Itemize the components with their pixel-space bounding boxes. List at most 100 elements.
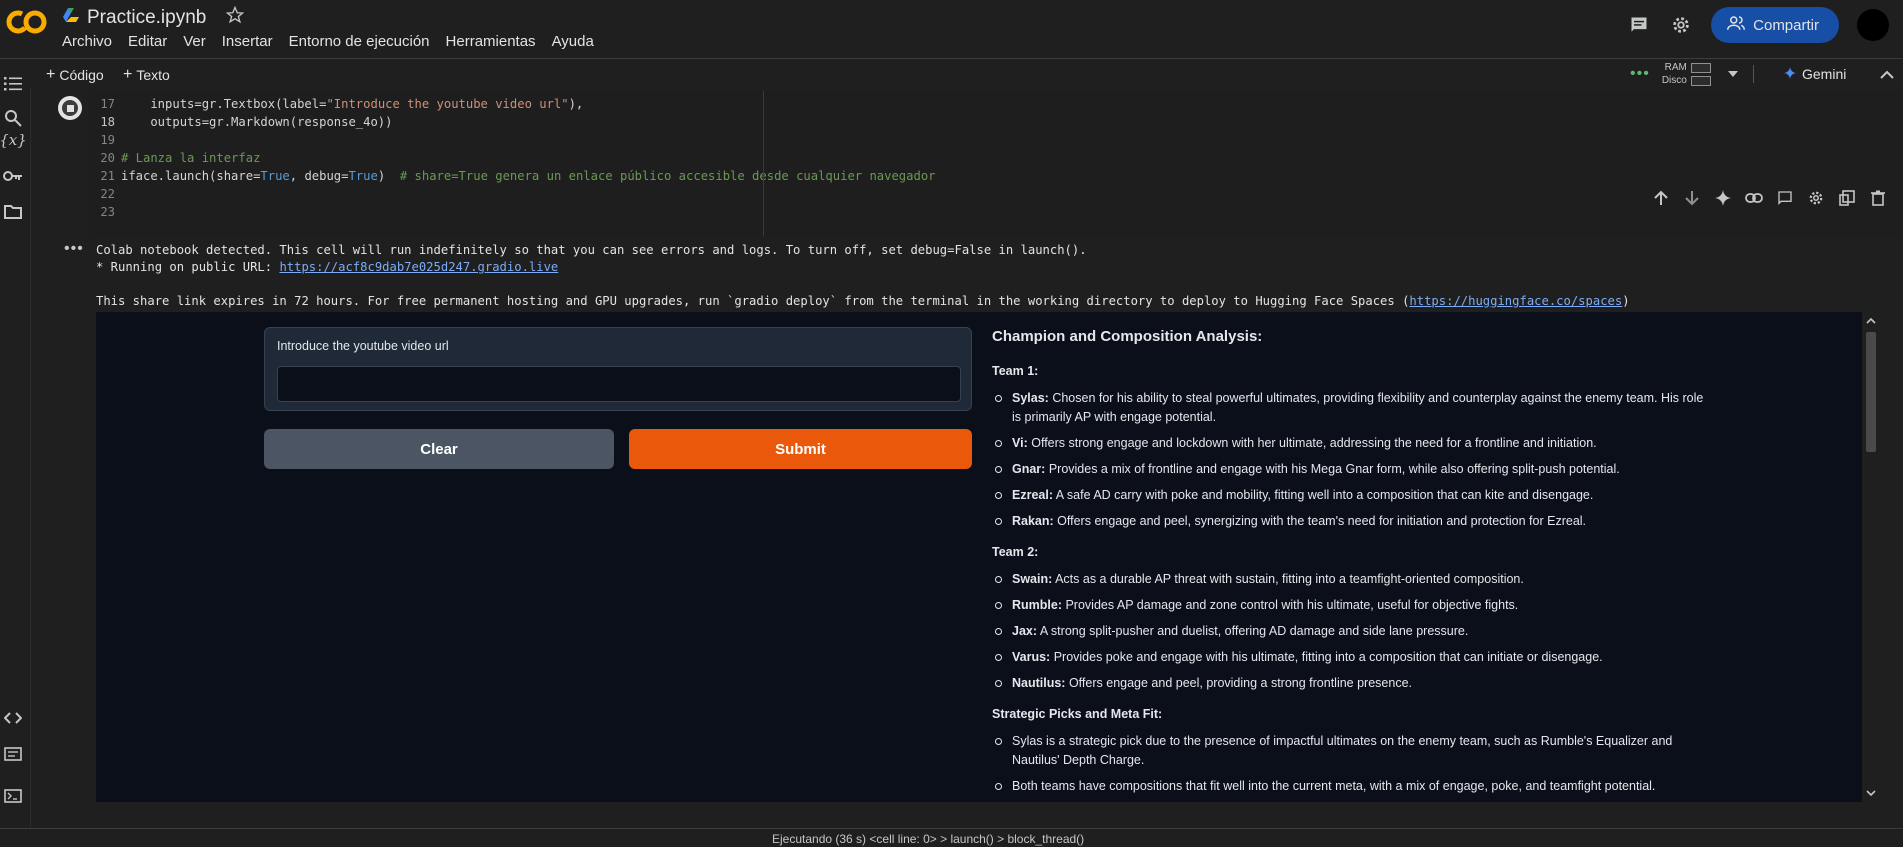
disk-label: Disco	[1661, 75, 1687, 86]
list-item: Varus: Provides poke and engage with his…	[992, 648, 1708, 667]
champion-desc: Chosen for his ability to steal powerful…	[1012, 391, 1704, 424]
left-rail: {x}	[0, 68, 27, 828]
youtube-url-input[interactable]	[277, 366, 961, 402]
scroll-down-icon[interactable]	[1862, 786, 1880, 800]
notebook-title[interactable]: Practice.ipynb	[87, 7, 206, 29]
comments-icon[interactable]	[1627, 13, 1651, 37]
line-number: 22	[100, 187, 115, 201]
share-label: Compartir	[1753, 16, 1819, 34]
move-down-icon[interactable]	[1681, 187, 1702, 208]
markdown-output: Champion and Composition Analysis: Team …	[992, 327, 1708, 802]
champion-name: Ezreal:	[1012, 488, 1053, 502]
colab-logo[interactable]	[6, 8, 48, 36]
code-line-18: 18 outputs=gr.Markdown(response_4o))	[90, 113, 392, 131]
variables-icon[interactable]: {x}	[0, 130, 27, 150]
strategic-list: Sylas is a strategic pick due to the pre…	[992, 732, 1708, 796]
champion-name: Varus:	[1012, 650, 1051, 664]
list-item: Vi: Offers strong engage and lockdown wi…	[992, 434, 1708, 453]
table-of-contents-icon[interactable]	[2, 74, 24, 94]
scroll-up-icon[interactable]	[1862, 314, 1880, 328]
menu-ayuda[interactable]: Ayuda	[552, 33, 594, 50]
champion-desc: Provides a mix of frontline and engage w…	[1045, 462, 1620, 476]
move-up-icon[interactable]	[1650, 187, 1671, 208]
cell-toolbar	[1650, 187, 1903, 208]
gemini-label: Gemini	[1802, 66, 1847, 82]
settings-gear-icon[interactable]	[1669, 13, 1693, 37]
add-code-button[interactable]: + Código	[46, 66, 104, 84]
champion-name: Vi:	[1012, 436, 1028, 450]
files-folder-icon[interactable]	[2, 202, 24, 222]
champion-desc: Offers engage and peel, providing a stro…	[1065, 676, 1413, 690]
champion-name: Swain:	[1012, 572, 1053, 586]
menu-archivo[interactable]: Archivo	[62, 33, 112, 50]
champion-name: Sylas:	[1012, 391, 1049, 405]
resource-bars	[1690, 62, 1711, 86]
code-cell: 17 inputs=gr.Textbox(label="Introduce th…	[50, 91, 1903, 236]
champion-name: Nautilus:	[1012, 676, 1066, 690]
connected-check-icon: •••	[1630, 65, 1650, 82]
share-expiry-text: This share link expires in 72 hours. For…	[96, 294, 1410, 308]
champion-name: Jax:	[1012, 624, 1038, 638]
team1-list: Sylas: Chosen for his ability to steal p…	[992, 389, 1708, 531]
people-icon	[1727, 15, 1746, 35]
list-item: Gnar: Provides a mix of frontline and en…	[992, 460, 1708, 479]
code-line-17: 17 inputs=gr.Textbox(label="Introduce th…	[90, 95, 583, 113]
list-item: Both teams have compositions that fit we…	[992, 777, 1708, 796]
mirror-cell-icon[interactable]	[1836, 187, 1857, 208]
code-snippets-icon[interactable]	[2, 708, 24, 728]
public-url-link[interactable]: https://acf8c9dab7e025d247.gradio.live	[279, 260, 558, 274]
code-line-22: 22	[90, 185, 121, 203]
terminal-icon[interactable]	[2, 786, 24, 806]
add-text-button[interactable]: + Texto	[123, 66, 170, 84]
submit-button[interactable]: Submit	[629, 429, 972, 469]
execution-status: Ejecutando (36 s) <cell line: 0> > launc…	[772, 832, 1085, 846]
ram-bar	[1690, 62, 1711, 73]
list-item: Swain: Acts as a durable AP threat with …	[992, 570, 1708, 589]
line-number: 17	[100, 97, 115, 111]
gemini-button[interactable]: Gemini	[1784, 66, 1846, 82]
scrollbar-thumb[interactable]	[1866, 332, 1876, 452]
collapse-header-icon[interactable]	[1880, 67, 1894, 85]
champion-desc: Offers strong engage and lockdown with h…	[1027, 436, 1597, 450]
stop-run-button[interactable]	[58, 96, 82, 120]
header-actions: Compartir	[1627, 7, 1903, 43]
comment-icon[interactable]	[1774, 187, 1795, 208]
add-code-label: Código	[59, 67, 104, 83]
team2-heading: Team 2:	[992, 545, 1039, 559]
code-line-19: 19	[90, 131, 121, 149]
star-icon[interactable]	[226, 5, 245, 29]
cell-settings-gear-icon[interactable]	[1805, 187, 1826, 208]
menu-ver[interactable]: Ver	[183, 33, 206, 50]
resources-indicator[interactable]: ••• RAM Disco	[1630, 61, 1754, 87]
menu-editar[interactable]: Editar	[128, 33, 167, 50]
gemini-sparkle-icon[interactable]	[1712, 187, 1733, 208]
title-row: Practice.ipynb	[63, 5, 245, 29]
clear-button[interactable]: Clear	[264, 429, 614, 469]
secrets-key-icon[interactable]	[2, 166, 24, 186]
code-line-21: 21 iface.launch(share=True, debug=True) #…	[90, 167, 935, 185]
more-vert-icon[interactable]	[1898, 187, 1903, 208]
strategic-heading: Strategic Picks and Meta Fit:	[992, 707, 1163, 721]
hf-spaces-link[interactable]: https://huggingface.co/spaces	[1409, 294, 1622, 308]
rail-divider	[30, 88, 31, 828]
menu-herramientas[interactable]: Herramientas	[446, 33, 536, 50]
menu-entorno[interactable]: Entorno de ejecución	[289, 33, 430, 50]
list-item: Ezreal: A safe AD carry with poke and mo…	[992, 486, 1708, 505]
delete-trash-icon[interactable]	[1867, 187, 1888, 208]
team1-heading: Team 1:	[992, 364, 1039, 378]
command-palette-icon[interactable]	[2, 744, 24, 764]
code-editor[interactable]: 17 inputs=gr.Textbox(label="Introduce th…	[90, 91, 1900, 236]
drive-icon	[63, 8, 79, 27]
dropdown-chevron-icon[interactable]	[1727, 65, 1739, 83]
share-expiry-suffix: )	[1622, 294, 1630, 308]
search-icon[interactable]	[2, 108, 24, 128]
plus-icon: +	[46, 66, 56, 83]
menu-insertar[interactable]: Insertar	[222, 33, 273, 50]
link-icon[interactable]	[1743, 187, 1764, 208]
output-actions-icon[interactable]: •••	[64, 240, 84, 258]
share-button[interactable]: Compartir	[1711, 7, 1839, 43]
account-avatar[interactable]	[1857, 9, 1889, 41]
frame-scrollbar[interactable]	[1862, 312, 1880, 802]
sparkle-icon	[1784, 66, 1796, 82]
champion-desc: Offers engage and peel, synergizing with…	[1053, 514, 1587, 528]
